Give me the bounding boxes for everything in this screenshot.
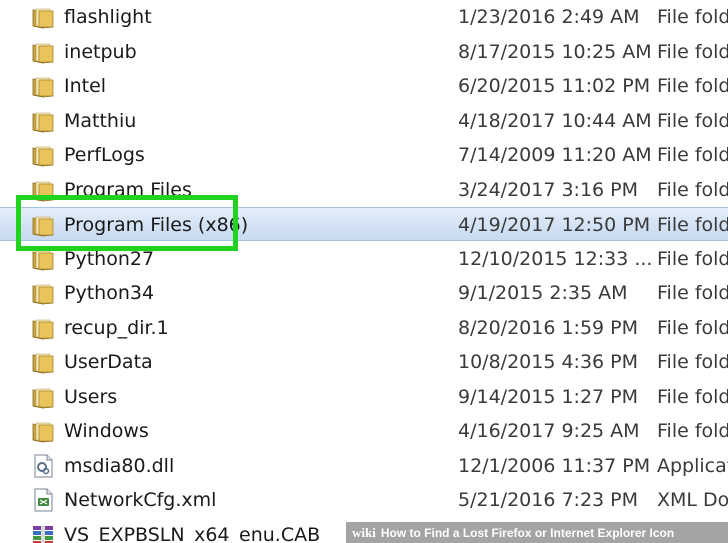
folder-icon <box>30 108 56 134</box>
folder-icon <box>30 349 56 375</box>
folder-icon <box>30 315 56 341</box>
file-type: File fold <box>657 179 728 201</box>
file-name: flashlight <box>64 6 152 28</box>
file-date-modified: 7/14/2009 11:20 AM <box>458 144 652 166</box>
file-type: File fold <box>657 317 728 339</box>
file-date-modified: 4/19/2017 12:50 PM <box>458 214 651 236</box>
file-date-modified: 9/1/2015 2:35 AM <box>458 282 628 304</box>
file-name: Python34 <box>64 282 155 304</box>
file-date-modified: 9/14/2015 1:27 PM <box>458 386 639 408</box>
file-name: PerfLogs <box>64 144 145 166</box>
watermark-brand: wiki <box>352 525 376 540</box>
file-type: XML Do <box>657 489 728 511</box>
file-type: File fold <box>657 6 728 28</box>
file-date-modified: 10/8/2015 4:36 PM <box>458 351 639 373</box>
file-date-modified: 12/1/2006 11:37 PM <box>458 455 651 477</box>
file-name: Program Files <box>64 179 192 201</box>
folder-icon <box>30 177 56 203</box>
file-row[interactable]: inetpub 8/17/2015 10:25 AM File fold <box>0 35 728 69</box>
file-type: File fold <box>657 75 728 97</box>
folder-icon <box>30 384 56 410</box>
file-type: Applicat <box>657 455 728 477</box>
file-type: File fold <box>657 282 728 304</box>
file-name: NetworkCfg.xml <box>64 489 217 511</box>
folder-icon <box>30 280 56 306</box>
file-row[interactable]: Program Files 3/24/2017 3:16 PM File fold <box>0 173 728 207</box>
file-row[interactable]: Intel 6/20/2015 11:02 PM File fold <box>0 69 728 103</box>
file-date-modified: 4/18/2017 10:44 AM <box>458 110 652 132</box>
file-name: Program Files (x86) <box>64 214 249 236</box>
folder-icon <box>30 73 56 99</box>
wikihow-watermark: wiki How to Find a Lost Firefox or Intern… <box>346 522 728 543</box>
file-row[interactable]: Users 9/14/2015 1:27 PM File fold <box>0 380 728 414</box>
cab-archive-icon <box>30 522 56 543</box>
file-type: File fold <box>657 386 728 408</box>
file-type: File fold <box>657 41 728 63</box>
file-date-modified: 8/20/2016 1:59 PM <box>458 317 639 339</box>
file-row[interactable]: UserData 10/8/2015 4:36 PM File fold <box>0 345 728 379</box>
file-type: File fold <box>657 110 728 132</box>
file-row[interactable]: NetworkCfg.xml 5/21/2016 7:23 PM XML Do <box>0 483 728 517</box>
file-row-selected[interactable]: Program Files (x86) 4/19/2017 12:50 PM Fil… <box>0 207 728 241</box>
file-row[interactable]: Windows 4/16/2017 9:25 AM File fold <box>0 414 728 448</box>
file-type: File fold <box>657 248 728 270</box>
file-date-modified: 1/23/2016 2:49 AM <box>458 6 640 28</box>
file-name: msdia80.dll <box>64 455 175 477</box>
file-type: File fold <box>657 351 728 373</box>
file-row[interactable]: Python34 9/1/2015 2:35 AM File fold <box>0 276 728 310</box>
file-date-modified: 4/16/2017 9:25 AM <box>458 420 640 442</box>
file-name: Users <box>64 386 118 408</box>
file-name: Windows <box>64 420 149 442</box>
file-row[interactable]: Matthiu 4/18/2017 10:44 AM File fold <box>0 104 728 138</box>
file-name: Intel <box>64 75 107 97</box>
folder-icon <box>30 246 56 272</box>
file-type: File fold <box>657 144 728 166</box>
file-list-view: flashlight 1/23/2016 2:49 AM File fold inet… <box>0 0 728 543</box>
file-name: inetpub <box>64 41 137 63</box>
file-name: Matthiu <box>64 110 137 132</box>
file-name: UserData <box>64 351 153 373</box>
file-date-modified: 5/21/2016 7:23 PM <box>458 489 639 511</box>
file-name: VS_EXPBSLN_x64_enu.CAB <box>64 524 321 543</box>
file-row[interactable]: msdia80.dll 12/1/2006 11:37 PM Applicat <box>0 449 728 483</box>
watermark-title: How to Find a Lost Firefox or Internet E… <box>380 526 675 540</box>
file-type: File fold <box>657 420 728 442</box>
xml-file-icon <box>30 487 56 513</box>
folder-icon <box>30 418 56 444</box>
folder-icon <box>30 212 56 238</box>
dll-file-icon <box>30 453 56 479</box>
folder-icon <box>30 4 56 30</box>
file-row[interactable]: recup_dir.1 8/20/2016 1:59 PM File fold <box>0 311 728 345</box>
folder-icon <box>30 39 56 65</box>
file-date-modified: 12/10/2015 12:33 ... <box>458 248 653 270</box>
file-row[interactable]: flashlight 1/23/2016 2:49 AM File fold <box>0 0 728 34</box>
file-type: File fold <box>657 214 728 236</box>
file-date-modified: 3/24/2017 3:16 PM <box>458 179 639 201</box>
file-row[interactable]: Python27 12/10/2015 12:33 ... File fold <box>0 242 728 276</box>
file-date-modified: 8/17/2015 10:25 AM <box>458 41 652 63</box>
file-name: Python27 <box>64 248 155 270</box>
file-row[interactable]: PerfLogs 7/14/2009 11:20 AM File fold <box>0 138 728 172</box>
file-name: recup_dir.1 <box>64 317 169 339</box>
file-date-modified: 6/20/2015 11:02 PM <box>458 75 651 97</box>
folder-icon <box>30 142 56 168</box>
